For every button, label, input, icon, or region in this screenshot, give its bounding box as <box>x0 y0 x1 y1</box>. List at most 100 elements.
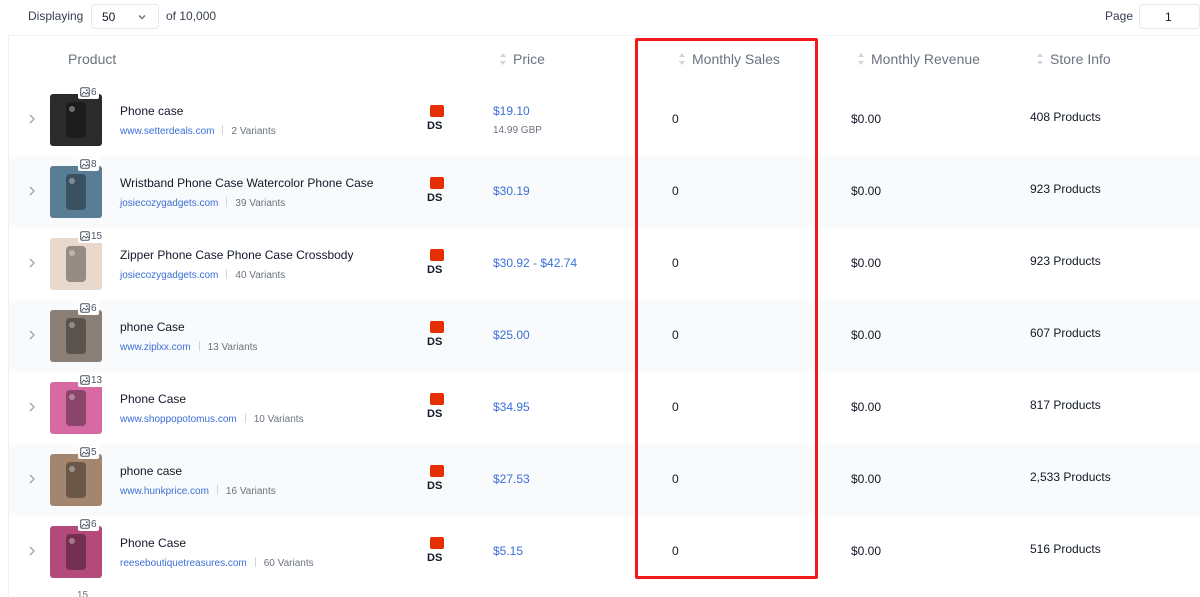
table-row[interactable]: 6 Phone case www.setterdeals.com 2 Varian… <box>9 84 1200 156</box>
store-link[interactable]: www.ziplxx.com <box>120 342 191 353</box>
product-name[interactable]: Zipper Phone Case Phone Case Crossbody <box>120 248 353 262</box>
ds-badge[interactable]: DS <box>427 120 442 132</box>
price-value: $27.53 <box>493 472 530 486</box>
product-name[interactable]: phone Case <box>120 320 185 334</box>
monthly-revenue-value: $0.00 <box>851 328 882 342</box>
image-icon <box>80 303 90 313</box>
price-header-label: Price <box>513 51 545 67</box>
product-meta: www.hunkprice.com 16 Variants <box>120 485 276 497</box>
variant-count: 10 Variants <box>253 414 304 425</box>
store-link[interactable]: www.setterdeals.com <box>120 126 214 137</box>
monthly-revenue-value: $0.00 <box>851 472 882 486</box>
product-name[interactable]: Phone Case <box>120 536 186 550</box>
table-row[interactable]: 6 phone Case www.ziplxx.com 13 Variants D… <box>9 300 1200 372</box>
product-meta: www.setterdeals.com 2 Variants <box>120 125 276 137</box>
table-row[interactable]: 6 Phone Case reeseboutiquetreasures.com 6… <box>9 516 1200 588</box>
image-icon <box>80 231 90 241</box>
product-thumbnail[interactable] <box>50 454 102 506</box>
variant-count: 13 Variants <box>207 342 258 353</box>
product-thumbnail[interactable] <box>50 310 102 362</box>
page-label: Page <box>1105 9 1134 23</box>
store-link[interactable]: www.hunkprice.com <box>120 486 209 497</box>
product-thumbnail[interactable] <box>50 238 102 290</box>
table-row[interactable]: 15 Zipper Phone Case Phone Case Crossbod… <box>9 228 1200 300</box>
store-link[interactable]: reeseboutiquetreasures.com <box>120 558 247 569</box>
aliexpress-icon[interactable] <box>430 249 444 261</box>
image-count-badge: 15 <box>78 229 105 243</box>
variant-count: 16 Variants <box>225 486 276 497</box>
column-header-monthly-revenue[interactable]: Monthly Revenue <box>857 51 980 67</box>
aliexpress-icon[interactable] <box>430 321 444 333</box>
aliexpress-icon[interactable] <box>430 105 444 117</box>
variant-count: 39 Variants <box>235 198 286 209</box>
product-thumbnail[interactable] <box>50 382 102 434</box>
image-count-partial: 15 <box>77 590 89 597</box>
image-count-badge: 6 <box>78 517 99 531</box>
product-name[interactable]: phone case <box>120 464 182 478</box>
image-count: 15 <box>91 230 103 242</box>
product-meta: josiecozygadgets.com 39 Variants <box>120 197 285 209</box>
ds-badge[interactable]: DS <box>427 480 442 492</box>
page-size-select[interactable]: 50 <box>91 4 159 29</box>
store-info-value: 516 Products <box>1030 542 1101 556</box>
chevron-right-icon[interactable] <box>27 329 37 341</box>
monthly-revenue-header-label: Monthly Revenue <box>871 51 980 67</box>
product-name[interactable]: Phone Case <box>120 392 186 406</box>
product-thumbnail[interactable] <box>50 94 102 146</box>
monthly-sales-value: 0 <box>672 328 679 342</box>
ds-badge[interactable]: DS <box>427 264 442 276</box>
store-info-value: 923 Products <box>1030 254 1101 268</box>
table-row[interactable]: 13 Phone Case www.shoppopotomus.com 10 Va… <box>9 372 1200 444</box>
image-icon <box>80 375 90 385</box>
monthly-revenue-value: $0.00 <box>851 544 882 558</box>
price-secondary: 14.99 GBP <box>493 125 542 136</box>
monthly-sales-value: 0 <box>672 472 679 486</box>
aliexpress-icon[interactable] <box>430 465 444 477</box>
monthly-revenue-value: $0.00 <box>851 112 882 126</box>
ds-badge[interactable]: DS <box>427 552 442 564</box>
divider <box>198 341 200 351</box>
chevron-right-icon[interactable] <box>27 257 37 269</box>
column-header-monthly-sales[interactable]: Monthly Sales <box>678 51 780 67</box>
product-thumbnail[interactable] <box>50 526 102 578</box>
column-header-product: Product <box>68 51 117 67</box>
image-count-badge: 8 <box>78 157 99 171</box>
table-row[interactable]: 5 phone case www.hunkprice.com 16 Variant… <box>9 444 1200 516</box>
displaying-label: Displaying <box>28 9 84 23</box>
store-info-header-label: Store Info <box>1050 51 1111 67</box>
store-link[interactable]: www.shoppopotomus.com <box>120 414 237 425</box>
product-meta: www.shoppopotomus.com 10 Variants <box>120 413 304 425</box>
sort-icon <box>1037 53 1043 65</box>
image-icon <box>80 159 90 169</box>
image-icon <box>80 447 90 457</box>
column-header-store-info[interactable]: Store Info <box>1036 51 1111 67</box>
aliexpress-icon[interactable] <box>430 177 444 189</box>
page-number-input[interactable]: 1 <box>1139 4 1200 29</box>
chevron-right-icon[interactable] <box>27 473 37 485</box>
chevron-right-icon[interactable] <box>27 185 37 197</box>
aliexpress-icon[interactable] <box>430 393 444 405</box>
product-thumbnail[interactable] <box>50 166 102 218</box>
ds-badge[interactable]: DS <box>427 192 442 204</box>
ds-badge[interactable]: DS <box>427 408 442 420</box>
chevron-right-icon[interactable] <box>27 401 37 413</box>
image-count-badge: 5 <box>78 445 99 459</box>
ds-badge[interactable]: DS <box>427 336 442 348</box>
divider <box>216 485 218 495</box>
chevron-right-icon[interactable] <box>27 545 37 557</box>
variant-count: 60 Variants <box>263 558 314 569</box>
table-row[interactable]: 8 Wristband Phone Case Watercolor Phone … <box>9 156 1200 228</box>
product-name[interactable]: Phone case <box>120 104 183 118</box>
image-count: 8 <box>91 158 97 170</box>
column-header-price[interactable]: Price <box>499 51 545 67</box>
store-link[interactable]: josiecozygadgets.com <box>120 270 218 281</box>
total-count-label: of 10,000 <box>166 9 217 23</box>
monthly-sales-header-label: Monthly Sales <box>692 51 780 67</box>
monthly-sales-value: 0 <box>672 112 679 126</box>
chevron-right-icon[interactable] <box>27 113 37 125</box>
store-link[interactable]: josiecozygadgets.com <box>120 198 218 209</box>
divider <box>222 125 224 135</box>
store-info-value: 923 Products <box>1030 182 1101 196</box>
product-name[interactable]: Wristband Phone Case Watercolor Phone Ca… <box>120 176 373 190</box>
aliexpress-icon[interactable] <box>430 537 444 549</box>
